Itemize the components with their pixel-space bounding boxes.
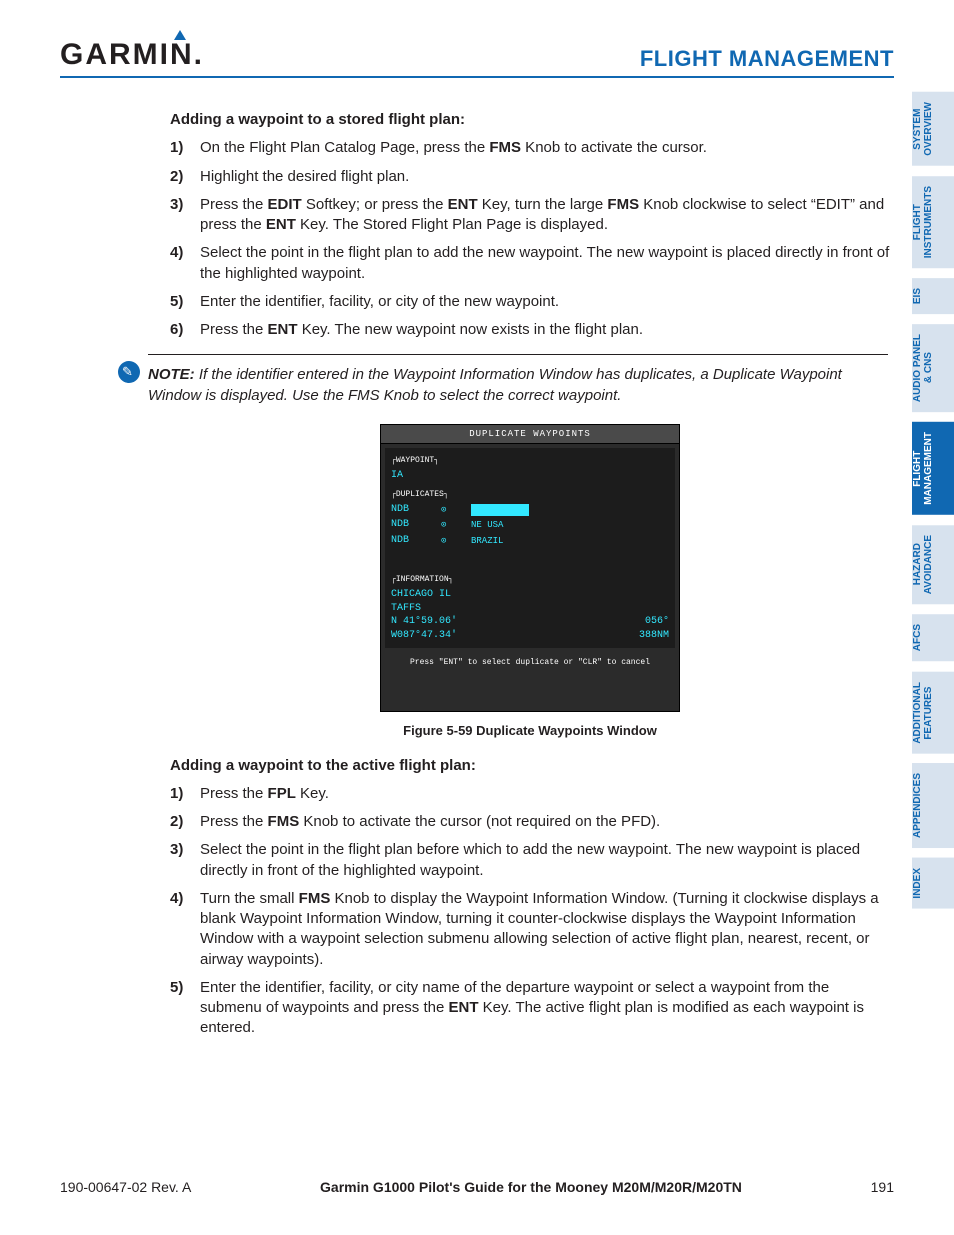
info-lon: W087°47.34' bbox=[391, 629, 457, 643]
step-number: 3) bbox=[170, 840, 190, 881]
section-title: FLIGHT MANAGEMENT bbox=[640, 46, 894, 72]
duplicate-waypoints-window: DUPLICATE WAYPOINTS ┌WAYPOINT┐ IA ┌DUPLI… bbox=[380, 424, 680, 712]
step-text: On the Flight Plan Catalog Page, press t… bbox=[200, 138, 890, 158]
tab-hazard-avoidance[interactable]: HAZARD AVOIDANCE bbox=[912, 525, 954, 604]
page-header: GARMIN. FLIGHT MANAGEMENT bbox=[60, 38, 894, 78]
step-number: 2) bbox=[170, 167, 190, 187]
figure-caption: Figure 5-59 Duplicate Waypoints Window bbox=[170, 722, 890, 740]
information-section-label: ┌INFORMATION┐ bbox=[391, 575, 669, 586]
step-text: Press the ENT Key. The new waypoint now … bbox=[200, 320, 890, 340]
garmin-logo: GARMIN. bbox=[60, 38, 204, 72]
duplicate-row: NDB⊙NE USA bbox=[391, 518, 669, 532]
figure-wrap: DUPLICATE WAYPOINTS ┌WAYPOINT┐ IA ┌DUPLI… bbox=[170, 424, 890, 740]
note-body: If the identifier entered in the Waypoin… bbox=[148, 366, 842, 403]
tab-system-overview[interactable]: SYSTEM OVERVIEW bbox=[912, 92, 954, 166]
step-number: 6) bbox=[170, 320, 190, 340]
waypoint-section-label: ┌WAYPOINT┐ bbox=[391, 456, 669, 467]
window-hint: Press "ENT" to select duplicate or "CLR"… bbox=[381, 652, 679, 671]
info-name: TAFFS bbox=[391, 602, 669, 616]
step-number: 5) bbox=[170, 292, 190, 312]
list-item: 5)Enter the identifier, facility, or cit… bbox=[170, 978, 890, 1039]
heading-active-plan: Adding a waypoint to the active flight p… bbox=[170, 756, 890, 776]
step-text: Enter the identifier, facility, or city … bbox=[200, 978, 890, 1039]
footer-doc-id: 190-00647-02 Rev. A bbox=[60, 1179, 191, 1195]
info-distance: 388NM bbox=[639, 629, 669, 643]
footer-page-number: 191 bbox=[871, 1179, 894, 1195]
tab-additional-features[interactable]: ADDITIONAL FEATURES bbox=[912, 672, 954, 754]
list-item: 3)Select the point in the flight plan be… bbox=[170, 840, 890, 881]
tab-flight-instruments[interactable]: FLIGHT INSTRUMENTS bbox=[912, 176, 954, 268]
list-item: 1) Press the FPL Key. bbox=[170, 784, 890, 804]
list-item: 5) Enter the identifier, facility, or cit… bbox=[170, 292, 890, 312]
tab-flight-management[interactable]: FLIGHT MANAGEMENT bbox=[912, 422, 954, 515]
step-text: Enter the identifier, facility, or city … bbox=[200, 292, 890, 312]
step-text: Press the FPL Key. bbox=[200, 784, 890, 804]
info-bearing: 056° bbox=[639, 615, 669, 629]
list-item: 6) Press the ENT Key. The new waypoint no… bbox=[170, 320, 890, 340]
steps-active-plan: 1) Press the FPL Key. 2) Press the FMS Knob… bbox=[170, 784, 890, 1039]
tab-appendices[interactable]: APPENDICES bbox=[912, 763, 954, 848]
list-item: 2) Press the FMS Knob to activate the cur… bbox=[170, 812, 890, 832]
step-text: Press the EDIT Softkey; or press the ENT… bbox=[200, 195, 890, 236]
duplicate-row: NDB⊙BRAZIL bbox=[391, 534, 669, 548]
chapter-tabs: SYSTEM OVERVIEW FLIGHT INSTRUMENTS EIS AUDI… bbox=[912, 92, 954, 919]
list-item: 4)Turn the small FMS Knob to display the… bbox=[170, 889, 890, 970]
step-number: 2) bbox=[170, 812, 190, 832]
heading-stored-plan: Adding a waypoint to a stored flight pla… bbox=[170, 110, 890, 130]
tab-eis[interactable]: EIS bbox=[912, 278, 954, 314]
list-item: 4)Select the point in the flight plan to… bbox=[170, 243, 890, 284]
duplicate-row: NDB⊙GR LKS USA bbox=[391, 503, 669, 517]
page-footer: 190-00647-02 Rev. A Garmin G1000 Pilot's… bbox=[60, 1179, 894, 1195]
note-icon bbox=[118, 361, 140, 383]
step-number: 4) bbox=[170, 243, 190, 284]
logo-triangle-icon bbox=[174, 30, 186, 40]
step-number: 3) bbox=[170, 195, 190, 236]
step-number: 4) bbox=[170, 889, 190, 970]
list-item: 2) Highlight the desired flight plan. bbox=[170, 167, 890, 187]
list-item: 3)Press the EDIT Softkey; or press the E… bbox=[170, 195, 890, 236]
note-block: NOTE: If the identifier entered in the W… bbox=[148, 354, 888, 406]
step-number: 5) bbox=[170, 978, 190, 1039]
footer-title: Garmin G1000 Pilot's Guide for the Moone… bbox=[320, 1179, 742, 1195]
note-label: NOTE: bbox=[148, 366, 195, 383]
steps-stored-plan: 1) On the Flight Plan Catalog Page, press… bbox=[170, 138, 890, 340]
list-item: 1) On the Flight Plan Catalog Page, press… bbox=[170, 138, 890, 158]
note-text: NOTE: If the identifier entered in the W… bbox=[148, 365, 888, 406]
page-content: Adding a waypoint to a stored flight pla… bbox=[170, 110, 890, 1053]
duplicates-section-label: ┌DUPLICATES┐ bbox=[391, 490, 669, 501]
step-text: Press the FMS Knob to activate the curso… bbox=[200, 812, 890, 832]
tab-index[interactable]: INDEX bbox=[912, 858, 954, 909]
tab-afcs[interactable]: AFCS bbox=[912, 614, 954, 661]
tab-audio-panel-cns[interactable]: AUDIO PANEL & CNS bbox=[912, 324, 954, 412]
step-number: 1) bbox=[170, 138, 190, 158]
waypoint-value: IA bbox=[391, 469, 669, 483]
step-text: Highlight the desired flight plan. bbox=[200, 167, 890, 187]
step-text: Select the point in the flight plan to a… bbox=[200, 243, 890, 284]
info-city: CHICAGO IL bbox=[391, 588, 669, 602]
window-title: DUPLICATE WAYPOINTS bbox=[381, 425, 679, 444]
logo-text: GARMIN bbox=[60, 38, 194, 71]
step-number: 1) bbox=[170, 784, 190, 804]
step-text: Turn the small FMS Knob to display the W… bbox=[200, 889, 890, 970]
info-lat: N 41°59.06' bbox=[391, 615, 457, 629]
step-text: Select the point in the flight plan befo… bbox=[200, 840, 890, 881]
